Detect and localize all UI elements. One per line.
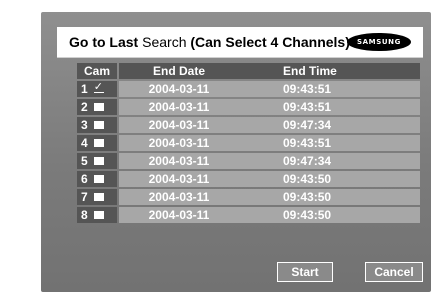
cam-cell[interactable]: 1 [77,79,117,97]
table-row[interactable]: 8 2004-03-11 09:43:50 [77,207,420,223]
cam-cell[interactable]: 7 [77,189,117,205]
search-table: Cam End Date End Time 12004-03-1109:43:5… [77,63,420,225]
cam-number: 5 [81,154,88,168]
end-date-cell: 2004-03-11 [119,189,239,205]
end-date-cell: 2004-03-11 [119,171,239,187]
logo-text: SAMSUNG [357,38,401,46]
cam-number: 3 [81,118,88,132]
checkbox-icon[interactable] [93,120,104,129]
cam-cell[interactable]: 8 [77,207,117,223]
page-title: Go to Last Search (Can Select 4 Channels… [69,34,350,50]
cam-cell[interactable]: 6 [77,171,117,187]
column-header-cam: Cam [77,63,117,79]
table-row[interactable]: 2 2004-03-11 09:43:51 [77,99,420,115]
start-button[interactable]: Start [277,262,333,282]
checkbox-icon[interactable] [93,192,104,201]
cam-cell[interactable]: 2 [77,99,117,115]
cam-number: 7 [81,190,88,204]
table-row[interactable]: 4 2004-03-11 09:43:51 [77,135,420,151]
end-date-cell: 2004-03-11 [119,135,239,151]
title-bold-part: Go to Last [69,34,139,50]
end-date-cell: 2004-03-11 [119,207,239,223]
end-time-cell: 09:43:50 [239,171,420,187]
cam-number: 2 [81,100,88,114]
title-bar: Go to Last Search (Can Select 4 Channels… [57,27,423,58]
checkbox-icon[interactable] [93,156,104,165]
cam-cell[interactable]: 4 [77,135,117,151]
checkbox-checked-icon[interactable] [93,79,104,95]
table-row[interactable]: 5 2004-03-11 09:47:34 [77,153,420,169]
end-time-cell: 09:43:51 [239,99,420,115]
checkbox-icon[interactable] [93,210,104,219]
cam-number: 4 [81,136,88,150]
title-normal-part: Search [138,34,191,50]
cam-number: 1 [81,82,88,96]
table-row[interactable]: 7 2004-03-11 09:43:50 [77,189,420,205]
column-header-end-date: End Date [119,63,239,79]
end-time-cell: 09:43:51 [239,81,420,97]
samsung-logo: SAMSUNG [347,33,411,51]
end-date-cell: 2004-03-11 [119,117,239,133]
end-time-cell: 09:47:34 [239,153,420,169]
column-header-end-time: End Time [239,63,420,79]
cancel-button[interactable]: Cancel [365,262,423,282]
end-date-cell: 2004-03-11 [119,99,239,115]
cam-cell[interactable]: 3 [77,117,117,133]
table-row[interactable]: 6 2004-03-11 09:43:50 [77,171,420,187]
cam-number: 8 [81,208,88,222]
end-time-cell: 09:43:50 [239,207,420,223]
end-date-cell: 2004-03-11 [119,153,239,169]
end-time-cell: 09:43:50 [239,189,420,205]
cam-number: 6 [81,172,88,186]
title-suffix: (Can Select 4 Channels) [190,34,350,50]
checkbox-icon[interactable] [93,174,104,183]
end-date-cell: 2004-03-11 [119,81,239,97]
table-row[interactable]: 1 2004-03-1109:43:51 [77,79,420,97]
checkbox-icon[interactable] [93,102,104,111]
table-header: Cam End Date End Time [77,63,420,79]
table-row[interactable]: 3 2004-03-11 09:47:34 [77,117,420,133]
checkbox-icon[interactable] [93,138,104,147]
end-time-cell: 09:47:34 [239,117,420,133]
cam-cell[interactable]: 5 [77,153,117,169]
end-time-cell: 09:43:51 [239,135,420,151]
